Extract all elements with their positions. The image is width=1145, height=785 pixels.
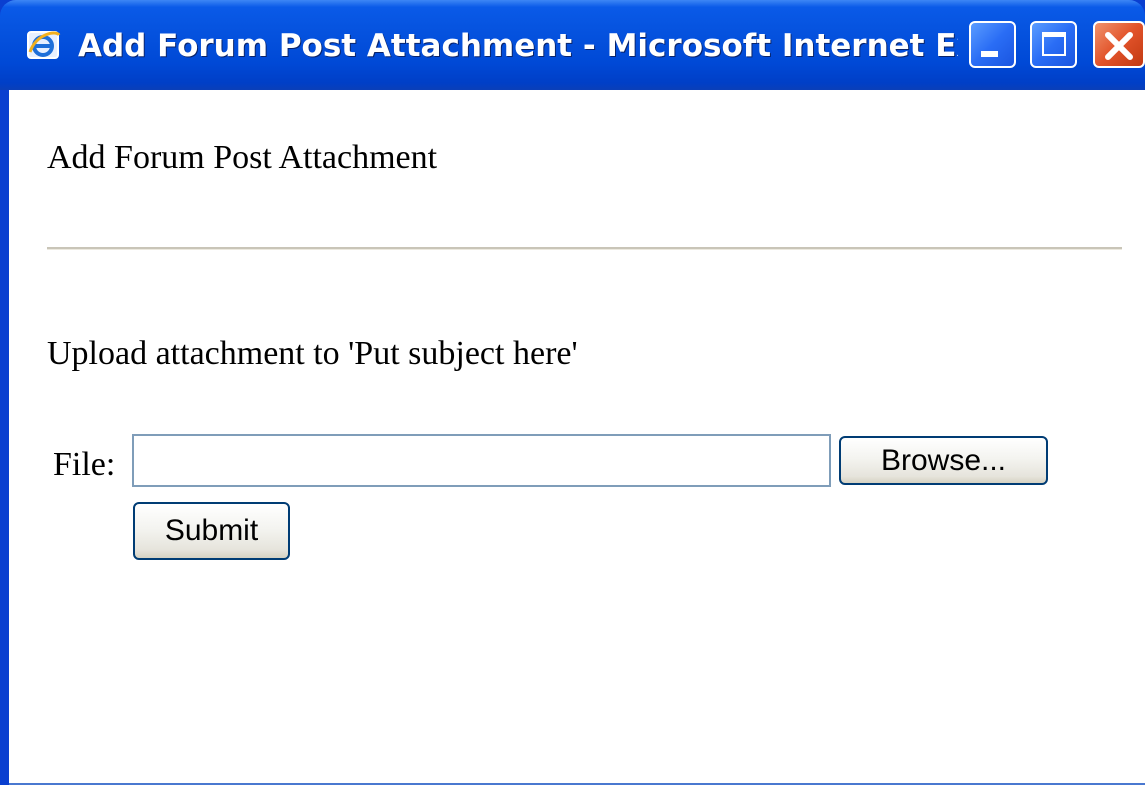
divider — [47, 247, 1122, 250]
submit-button[interactable]: Submit — [133, 502, 290, 560]
file-label: File: — [53, 446, 116, 483]
browser-window: Add Forum Post Attachment - Microsoft In… — [0, 0, 1145, 785]
minimize-button[interactable] — [969, 21, 1016, 68]
file-path-input[interactable] — [132, 434, 831, 487]
page-title: Add Forum Post Attachment — [47, 139, 438, 176]
title-bar[interactable]: Add Forum Post Attachment - Microsoft In… — [0, 0, 1145, 90]
maximize-icon — [1042, 32, 1066, 56]
page-content: Add Forum Post Attachment Upload attachm… — [9, 90, 1145, 785]
close-icon — [1105, 32, 1133, 60]
upload-description: Upload attachment to 'Put subject here' — [47, 335, 578, 372]
close-button[interactable] — [1093, 21, 1145, 68]
window-title: Add Forum Post Attachment - Microsoft In… — [78, 28, 958, 64]
browse-button[interactable]: Browse... — [839, 436, 1048, 485]
internet-explorer-icon — [27, 31, 61, 59]
minimize-icon — [981, 51, 998, 57]
maximize-button[interactable] — [1030, 21, 1077, 68]
